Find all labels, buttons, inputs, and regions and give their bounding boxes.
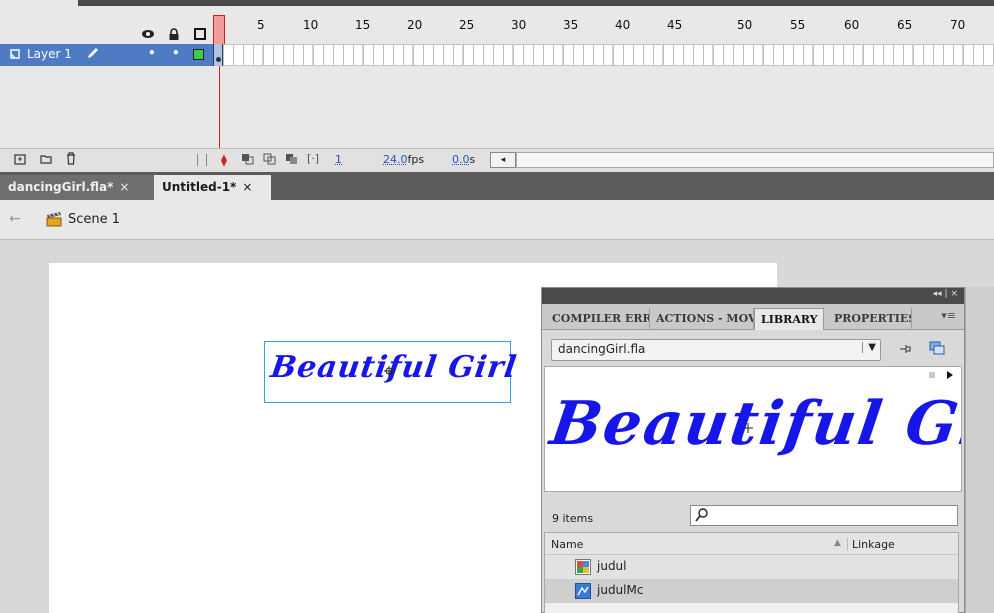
tab-library[interactable]: LIBRARY: [754, 308, 824, 330]
library-item-name: judulMc: [597, 583, 643, 597]
scene-label[interactable]: Scene 1: [68, 212, 120, 227]
frame-number: 25: [459, 18, 474, 32]
frame-number: 5: [257, 18, 265, 32]
edit-multiple-frames-icon[interactable]: [285, 153, 299, 168]
pencil-icon: [86, 46, 100, 63]
right-dock-strip: [965, 287, 994, 613]
frame-number: 45: [667, 18, 682, 32]
frame-number: 35: [563, 18, 578, 32]
library-item-count: 9 items: [552, 512, 593, 525]
new-library-panel-icon[interactable]: [929, 341, 945, 355]
new-folder-icon[interactable]: [40, 153, 52, 168]
frame-number: 40: [615, 18, 630, 32]
layer-type-icon: [9, 48, 21, 63]
library-search-input[interactable]: [690, 505, 958, 526]
frame-number: 15: [355, 18, 370, 32]
edit-bar: ← Scene 1: [0, 200, 994, 240]
library-list-header: Name ▲ Linkage: [545, 533, 958, 555]
time-unit: s: [470, 153, 476, 166]
tab-untitled[interactable]: Untitled-1* ×: [154, 175, 271, 200]
tab-compiler-errors[interactable]: COMPILER ERRORS: [546, 308, 650, 330]
outline-icon[interactable]: [194, 28, 206, 44]
timeline-footer: ⧫ [·] 1 24.0fps 0.0s ◂: [0, 148, 994, 172]
fps-unit: fps: [408, 153, 425, 166]
new-layer-icon[interactable]: [14, 153, 26, 168]
frame-number: 70: [950, 18, 965, 32]
preview-text: Beautiful Girl: [546, 389, 962, 459]
lock-icon[interactable]: [168, 28, 180, 45]
onion-outline-icon[interactable]: [263, 153, 277, 168]
sort-ascending-icon[interactable]: ▲: [834, 538, 841, 548]
playhead[interactable]: [213, 15, 225, 47]
fps-display[interactable]: 24.0fps: [383, 153, 424, 166]
column-linkage[interactable]: Linkage: [847, 538, 895, 551]
panel-collapse-close[interactable]: ◂◂ | ×: [933, 289, 958, 299]
elapsed-time[interactable]: 0.0s: [452, 153, 475, 166]
tab-actions[interactable]: ACTIONS - MOVIE CLIP: [650, 308, 754, 330]
delete-icon[interactable]: [65, 152, 77, 168]
library-item[interactable]: judul: [545, 555, 958, 579]
modify-markers-icon[interactable]: [·]: [307, 152, 319, 165]
layer-color-swatch[interactable]: [193, 49, 204, 60]
visibility-dot[interactable]: •: [148, 46, 156, 60]
search-icon: [695, 507, 709, 523]
frame-number: 10: [303, 18, 318, 32]
fps-value[interactable]: 24.0: [383, 153, 408, 166]
flash-editor: 1 5 10 15 20 25 30 35 40 45 50 55 60 65 …: [0, 0, 994, 613]
back-arrow-icon[interactable]: ←: [9, 211, 21, 227]
tab-label: Untitled-1*: [162, 180, 236, 194]
layer-name-cell[interactable]: Layer 1 • •: [0, 44, 213, 66]
scroll-grip[interactable]: [197, 154, 207, 166]
tab-dancinggirl[interactable]: dancingGirl.fla* ×: [0, 175, 154, 200]
library-item[interactable]: judulMc: [545, 579, 958, 603]
tab-label: dancingGirl.fla*: [8, 180, 113, 194]
library-preview: Beautiful Girl: [544, 366, 962, 492]
panel-menu-icon[interactable]: ▾≡: [941, 309, 956, 322]
library-document-value: dancingGirl.fla: [558, 342, 645, 356]
movieclip-icon: [575, 583, 591, 599]
close-icon[interactable]: ×: [242, 180, 252, 194]
clapper-icon: [45, 210, 63, 231]
frame-number: 55: [790, 18, 805, 32]
document-tabs: dancingGirl.fla* × Untitled-1* ×: [0, 172, 994, 200]
layer-name: Layer 1: [27, 47, 72, 61]
pin-library-icon[interactable]: [898, 342, 912, 360]
column-name[interactable]: Name: [551, 538, 583, 551]
panel-titlebar[interactable]: ◂◂ | ×: [542, 288, 964, 304]
close-icon[interactable]: ×: [119, 180, 129, 194]
lock-dot[interactable]: •: [172, 46, 180, 60]
chevron-down-icon[interactable]: ▼: [862, 342, 876, 353]
selected-symbol-instance[interactable]: Beautiful Girl: [264, 341, 511, 403]
keyframe-selection: [213, 44, 223, 66]
library-document-select[interactable]: dancingGirl.fla ▼: [551, 339, 881, 361]
layer-row[interactable]: Layer 1 • •: [0, 44, 994, 66]
library-list: Name ▲ Linkage judul judulMc: [544, 532, 959, 613]
library-item-name: judul: [597, 559, 627, 573]
scroll-left-button[interactable]: ◂: [490, 152, 516, 168]
frame-number: 50: [737, 18, 752, 32]
onion-skin-icon[interactable]: [241, 153, 255, 168]
frame-number: 65: [897, 18, 912, 32]
registration-point-icon: [384, 366, 394, 376]
center-frame-icon[interactable]: ⧫: [221, 153, 227, 167]
tab-properties[interactable]: PROPERTIES: [828, 308, 912, 330]
current-frame-field[interactable]: 1: [335, 153, 342, 166]
play-icon[interactable]: [947, 371, 953, 379]
frame-number: 30: [511, 18, 526, 32]
frame-ruler[interactable]: 1 5 10 15 20 25 30 35 40 45 50 55 60 65 …: [210, 10, 994, 44]
stop-icon[interactable]: [929, 372, 935, 378]
frame-number: 20: [407, 18, 422, 32]
registration-point-icon: [743, 423, 753, 433]
panel-tabs: COMPILER ERRORS ACTIONS - MOVIE CLIP LIB…: [542, 304, 964, 330]
frame-number: 60: [844, 18, 859, 32]
library-panel: ◂◂ | × COMPILER ERRORS ACTIONS - MOVIE C…: [541, 287, 965, 613]
timeline-panel: 1 5 10 15 20 25 30 35 40 45 50 55 60 65 …: [0, 0, 994, 172]
bitmap-icon: [575, 559, 591, 575]
horizontal-scrollbar[interactable]: [516, 152, 994, 168]
layer-frames[interactable]: [213, 44, 994, 66]
time-value[interactable]: 0.0: [452, 153, 470, 166]
eye-icon[interactable]: [141, 28, 155, 44]
